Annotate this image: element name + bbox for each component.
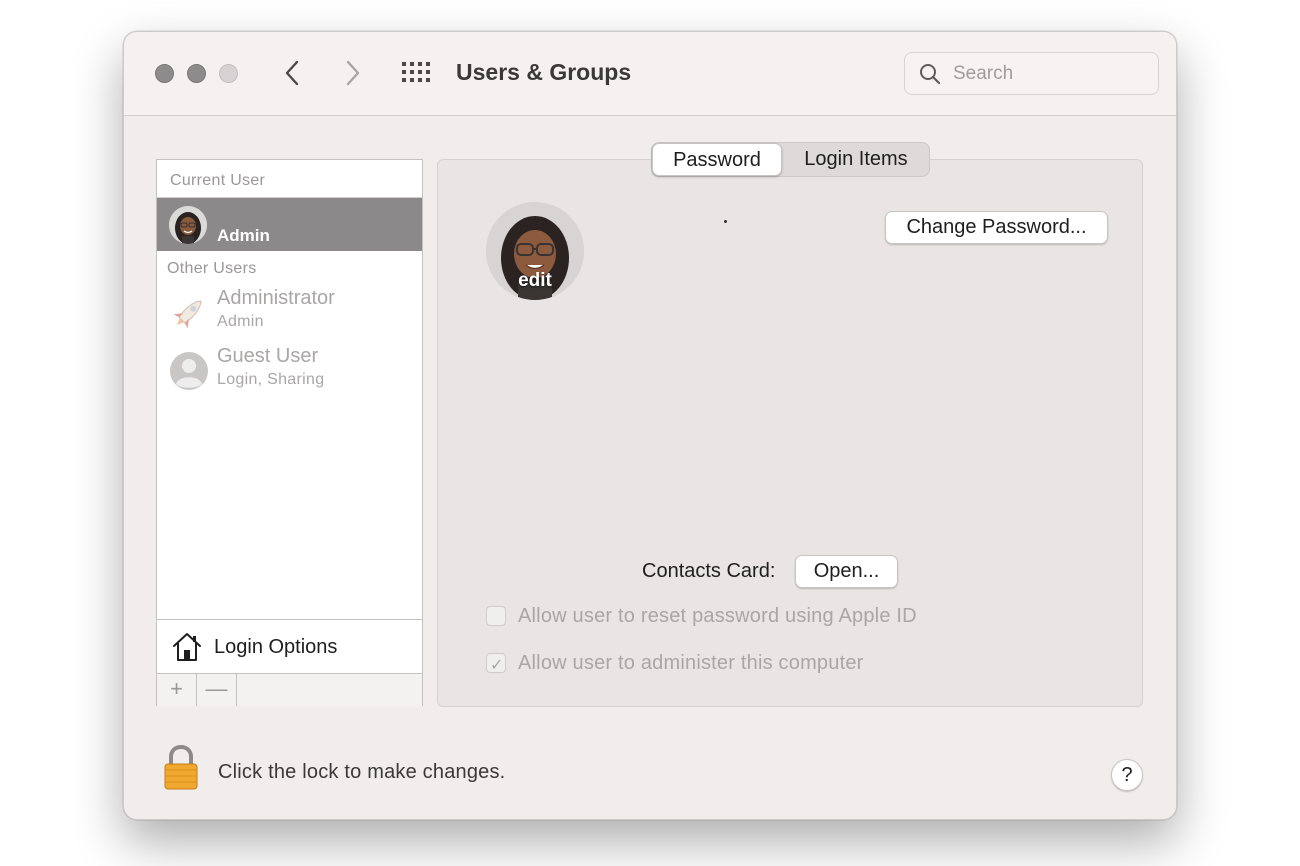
search-placeholder: Search <box>953 63 1014 84</box>
user-avatar[interactable]: edit <box>486 202 584 300</box>
cursor-dot <box>724 220 727 223</box>
minimize-window-button[interactable] <box>187 64 206 83</box>
search-icon <box>920 64 941 85</box>
search-field[interactable]: Search <box>904 52 1159 95</box>
person-silhouette-icon <box>170 352 208 390</box>
user-details-panel: edit Change Password... Contacts Card: O… <box>437 159 1143 707</box>
memoji-avatar-icon <box>169 206 207 244</box>
user-role: Admin <box>217 313 264 330</box>
add-user-button[interactable]: + <box>157 674 197 706</box>
reset-password-checkbox[interactable] <box>486 606 506 626</box>
tab-password[interactable]: Password <box>652 143 782 176</box>
open-contacts-button[interactable]: Open... <box>795 555 898 588</box>
user-name: Guest User <box>217 345 319 367</box>
checkmark-icon: ✓ <box>490 657 504 674</box>
user-item-admin[interactable]: Admin <box>157 198 422 251</box>
administer-computer-checkbox[interactable]: ✓ <box>486 653 506 674</box>
window-title: Users & Groups <box>456 59 632 85</box>
list-toolbar: + — <box>157 673 422 706</box>
forward-button[interactable] <box>340 58 364 88</box>
tab-bar: Password Login Items <box>651 142 930 177</box>
chevron-right-icon <box>346 60 360 86</box>
checkbox-label: Allow user to reset password using Apple… <box>518 605 917 627</box>
house-icon <box>173 633 201 661</box>
avatar-edit-label: edit <box>518 270 552 291</box>
user-item-guest[interactable]: Guest User Login, Sharing <box>157 345 422 399</box>
padlock-icon <box>164 744 198 790</box>
user-role: Login, Sharing <box>217 371 325 388</box>
user-name: Administrator <box>217 287 335 309</box>
login-options-item[interactable]: Login Options <box>157 619 422 673</box>
close-window-button[interactable] <box>155 64 174 83</box>
current-user-heading: Current User <box>170 172 266 189</box>
user-item-administrator[interactable]: Administrator Admin <box>157 287 422 341</box>
user-name: Admin <box>217 226 270 245</box>
show-all-button[interactable] <box>402 62 432 86</box>
login-options-label: Login Options <box>214 636 338 658</box>
contacts-card-label: Contacts Card: <box>642 560 776 582</box>
tab-login-items[interactable]: Login Items <box>783 143 929 176</box>
other-users-heading: Other Users <box>167 260 257 277</box>
checkbox-label: Allow user to administer this computer <box>518 652 864 674</box>
back-button[interactable] <box>281 58 305 88</box>
zoom-window-button[interactable] <box>219 64 238 83</box>
chevron-left-icon <box>285 60 299 86</box>
lock-status-text: Click the lock to make changes. <box>218 761 506 783</box>
remove-user-button[interactable]: — <box>197 674 237 706</box>
lock-button[interactable] <box>162 744 200 791</box>
grid-icon <box>402 62 430 82</box>
help-button[interactable]: ? <box>1111 759 1143 791</box>
title-bar: Users & Groups Search <box>124 32 1176 116</box>
rocket-avatar-icon <box>173 300 202 329</box>
system-preferences-window: Users & Groups Search Current User Admin… <box>123 31 1177 820</box>
users-list: Current User Admin Other Users Administr… <box>156 159 423 706</box>
change-password-button[interactable]: Change Password... <box>885 211 1108 244</box>
